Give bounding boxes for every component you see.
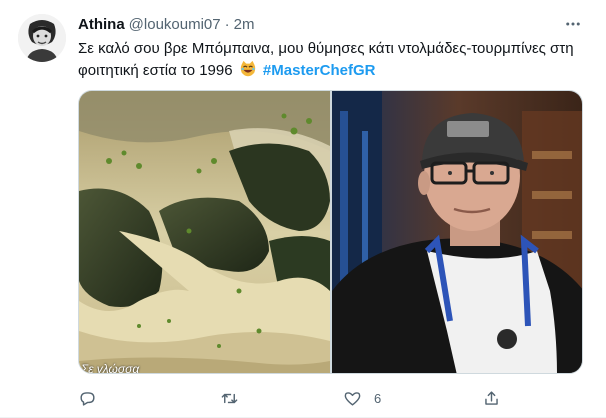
hashtag-link[interactable]: #MasterChefGR [263,62,376,79]
more-icon [566,22,580,26]
tweet-header: Athina @loukoumi07 · 2m [78,14,254,34]
retweet-icon [221,393,238,403]
laughing-cat-emoji-icon [239,60,257,85]
separator-dot: · [224,15,230,33]
food-image [79,91,330,373]
heart-icon [344,391,361,406]
tweet-card[interactable]: Athina @loukoumi07 · 2m Σε καλό σου βρε … [0,0,606,418]
avatar-image [18,14,66,62]
avatar[interactable] [18,14,66,62]
like-count: 6 [374,390,382,406]
share-icon [485,390,498,405]
more-options-button[interactable] [562,14,584,34]
chef-image [331,91,582,373]
reply-button[interactable] [78,384,97,412]
retweet-button[interactable] [220,384,239,412]
tweet-text: Σε καλό σου βρε Μπόμπαινα, μου θύμησες κ… [78,38,588,85]
like-button[interactable]: 6 [343,384,381,412]
tweet-media: Σε γλώσσα [78,90,583,374]
share-button[interactable] [482,384,501,412]
author-name[interactable]: Athina [78,16,125,33]
author-handle[interactable]: @loukoumi07 [129,16,221,33]
timestamp[interactable]: 2m [234,16,255,33]
reply-icon [80,391,95,406]
photo-caption: Σε γλώσσα [81,362,140,373]
photo-dolmades[interactable]: Σε γλώσσα [79,91,330,373]
photo-chef[interactable] [331,91,582,373]
tweet-actions: 6 [78,384,583,412]
